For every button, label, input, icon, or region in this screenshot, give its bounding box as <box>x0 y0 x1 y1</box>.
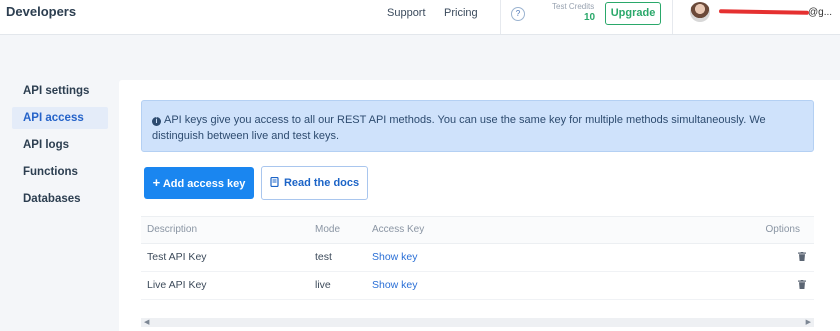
column-header-mode: Mode <box>315 224 341 235</box>
table-header: Description Mode Access Key Options <box>141 216 814 244</box>
top-bar: Developers Support Pricing ? Test Credit… <box>0 0 840 35</box>
row-mode: live <box>315 279 331 291</box>
add-access-key-button[interactable]: + Add access key <box>144 167 254 199</box>
nav-pricing-link[interactable]: Pricing <box>444 7 478 19</box>
info-icon: i <box>152 117 161 126</box>
divider <box>500 0 501 34</box>
question-circle-icon[interactable]: ? <box>511 7 525 21</box>
sidebar-item-api-logs[interactable]: API logs <box>12 134 108 156</box>
show-key-link[interactable]: Show key <box>372 272 418 298</box>
main-card: i API keys give you access to all our RES… <box>119 80 840 331</box>
api-keys-table: Description Mode Access Key Options Test… <box>141 216 814 300</box>
column-header-options: Options <box>765 224 800 235</box>
row-description: Test API Key <box>147 251 207 263</box>
info-text: API keys give you access to all our REST… <box>152 114 766 142</box>
avatar[interactable] <box>690 2 710 22</box>
column-header-access-key: Access Key <box>372 224 425 235</box>
upgrade-button[interactable]: Upgrade <box>605 2 661 25</box>
row-mode: test <box>315 251 332 263</box>
credits-value: 10 <box>584 12 596 23</box>
horizontal-scrollbar[interactable]: ◀ ▶ <box>141 318 814 327</box>
table-row: Test API Key test Show key <box>141 244 814 272</box>
table-row: Live API Key live Show key <box>141 272 814 300</box>
brand-title[interactable]: Developers <box>6 4 76 19</box>
sidebar-item-databases[interactable]: Databases <box>12 188 108 210</box>
divider <box>672 0 673 34</box>
info-alert: i API keys give you access to all our RES… <box>141 100 814 152</box>
show-key-link[interactable]: Show key <box>372 244 418 270</box>
scroll-left-icon[interactable]: ◀ <box>144 319 149 326</box>
sidebar-item-functions[interactable]: Functions <box>12 161 108 183</box>
row-description: Live API Key <box>147 279 207 291</box>
sidebar-item-api-settings[interactable]: API settings <box>12 80 108 102</box>
book-icon <box>270 176 279 188</box>
credits-label: Test Credits <box>552 2 595 11</box>
trash-icon[interactable] <box>798 252 806 261</box>
sidebar: API settings API access API logs Functio… <box>12 80 108 215</box>
column-header-description: Description <box>147 224 198 235</box>
read-docs-button[interactable]: Read the docs <box>261 166 368 200</box>
sidebar-item-api-access[interactable]: API access <box>12 107 108 129</box>
nav-support-link[interactable]: Support <box>387 7 426 19</box>
trash-icon[interactable] <box>798 280 806 289</box>
scroll-right-icon[interactable]: ▶ <box>806 319 811 326</box>
plus-icon: + <box>152 175 161 190</box>
